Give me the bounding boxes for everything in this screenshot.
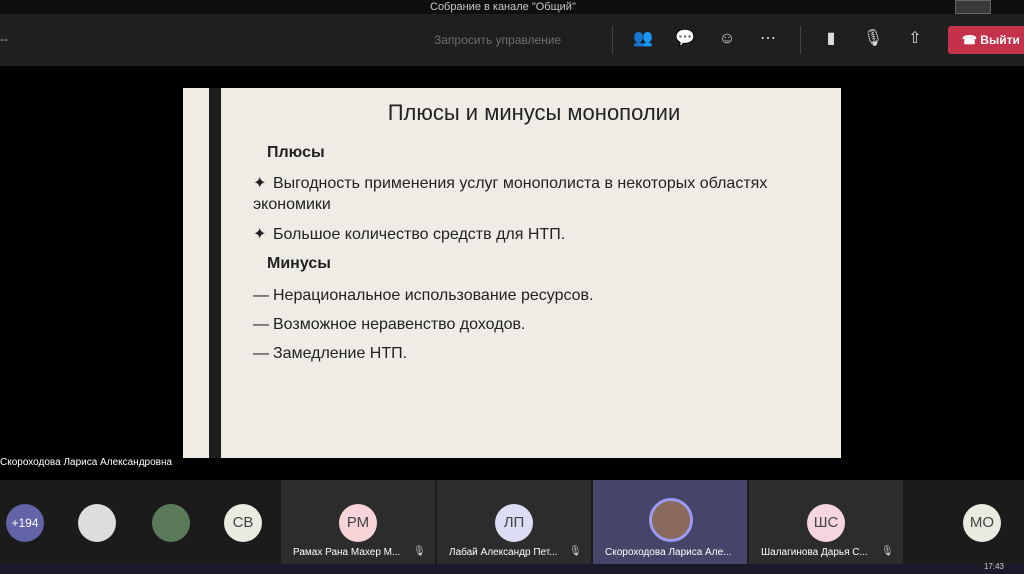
avatar[interactable] [78, 504, 116, 542]
taskbar: 17:43 [0, 562, 1024, 574]
more-options-icon[interactable]: ⋯ [757, 28, 779, 50]
divider [612, 26, 613, 54]
item-text: Возможное неравенство доходов. [273, 316, 526, 333]
chat-icon[interactable]: 💬 [674, 28, 696, 50]
mic-off-icon: 🎙 [881, 546, 894, 557]
leave-label: Выйти [980, 33, 1020, 47]
reactions-icon[interactable]: ☺ [716, 28, 738, 50]
participant-name: Рамах Рана Махер М... [293, 547, 401, 558]
participant-strip: +194 СВ РМ Рамах Рана Махер М... 🎙 ЛП Ла… [0, 480, 1024, 564]
mic-off-icon: 🎙 [569, 546, 582, 557]
pros-item: ✦ Большое количество средств для НТП. [253, 226, 566, 243]
slide-decoration-bar [209, 88, 221, 458]
participant-name: Лабай Александр Пет... [449, 547, 558, 558]
item-text: Замедление НТП. [273, 345, 408, 362]
avatar[interactable]: СВ [224, 504, 262, 542]
avatar: ШС [807, 504, 845, 542]
mic-off-icon: 🎙 [413, 546, 426, 557]
participants-icon[interactable]: 👥 [632, 28, 654, 50]
more-participants-button[interactable]: +194 [6, 504, 44, 542]
camera-off-icon[interactable]: ▮ [820, 28, 842, 50]
participant-tile[interactable]: ЛП Лабай Александр Пет... 🎙 [437, 480, 591, 564]
avatar [649, 498, 693, 542]
shared-slide: Плюсы и минусы монополии Плюсы ✦ Выгоднос… [183, 88, 841, 458]
participant-tile-speaking[interactable]: Скороходова Лариса Але... [593, 480, 747, 564]
share-screen-icon[interactable]: ⇧ [904, 28, 926, 50]
cons-item: — Замедление НТП. [253, 345, 408, 362]
meeting-timer: -- [0, 32, 8, 46]
slide-title: Плюсы и минусы монополии [387, 100, 681, 125]
mic-off-icon[interactable]: 🎙 [862, 28, 884, 50]
cons-item: — Возможное неравенство доходов. [253, 316, 526, 333]
participant-tile[interactable]: ШС Шалагинова Дарья С... 🎙 [749, 480, 903, 564]
avatar[interactable] [152, 504, 190, 542]
item-text: Выгодность применения услуг монополиста … [253, 175, 768, 213]
item-text: Нерациональное использование ресурсов. [273, 287, 594, 304]
phone-icon: ☎ [962, 33, 981, 47]
presenter-name: Скороходова Лариса Александровна [0, 457, 173, 468]
item-text: Большое количество средств для НТП. [273, 226, 566, 243]
participant-tile[interactable]: РМ Рамах Рана Махер М... 🎙 [281, 480, 435, 564]
avatar: ЛП [495, 504, 533, 542]
taskbar-clock: 17:43 [983, 562, 1004, 571]
divider [800, 26, 801, 54]
participant-name: Шалагинова Дарья С... [761, 547, 868, 558]
avatar[interactable]: МО [963, 504, 1001, 542]
pros-heading: Плюсы [267, 144, 325, 161]
cons-heading: Минусы [267, 255, 331, 272]
window-minimize-button[interactable] [955, 0, 991, 14]
window-title: Собрание в канале "Общий" [430, 1, 576, 13]
cons-item: — Нерациональное использование ресурсов. [253, 287, 594, 304]
title-bar: Собрание в канале "Общий" [0, 0, 1024, 14]
pros-item: ✦ Выгодность применения услуг монополиста… [253, 175, 768, 213]
leave-button[interactable]: ☎ Выйти [948, 26, 1024, 54]
participant-name: Скороходова Лариса Але... [605, 547, 732, 558]
avatar: РМ [339, 504, 377, 542]
meeting-toolbar: -- Запросить управление 👥 💬 ☺ ⋯ ▮ 🎙 ⇧ ☎ … [0, 14, 1024, 66]
request-control-button[interactable]: Запросить управление [434, 33, 561, 47]
